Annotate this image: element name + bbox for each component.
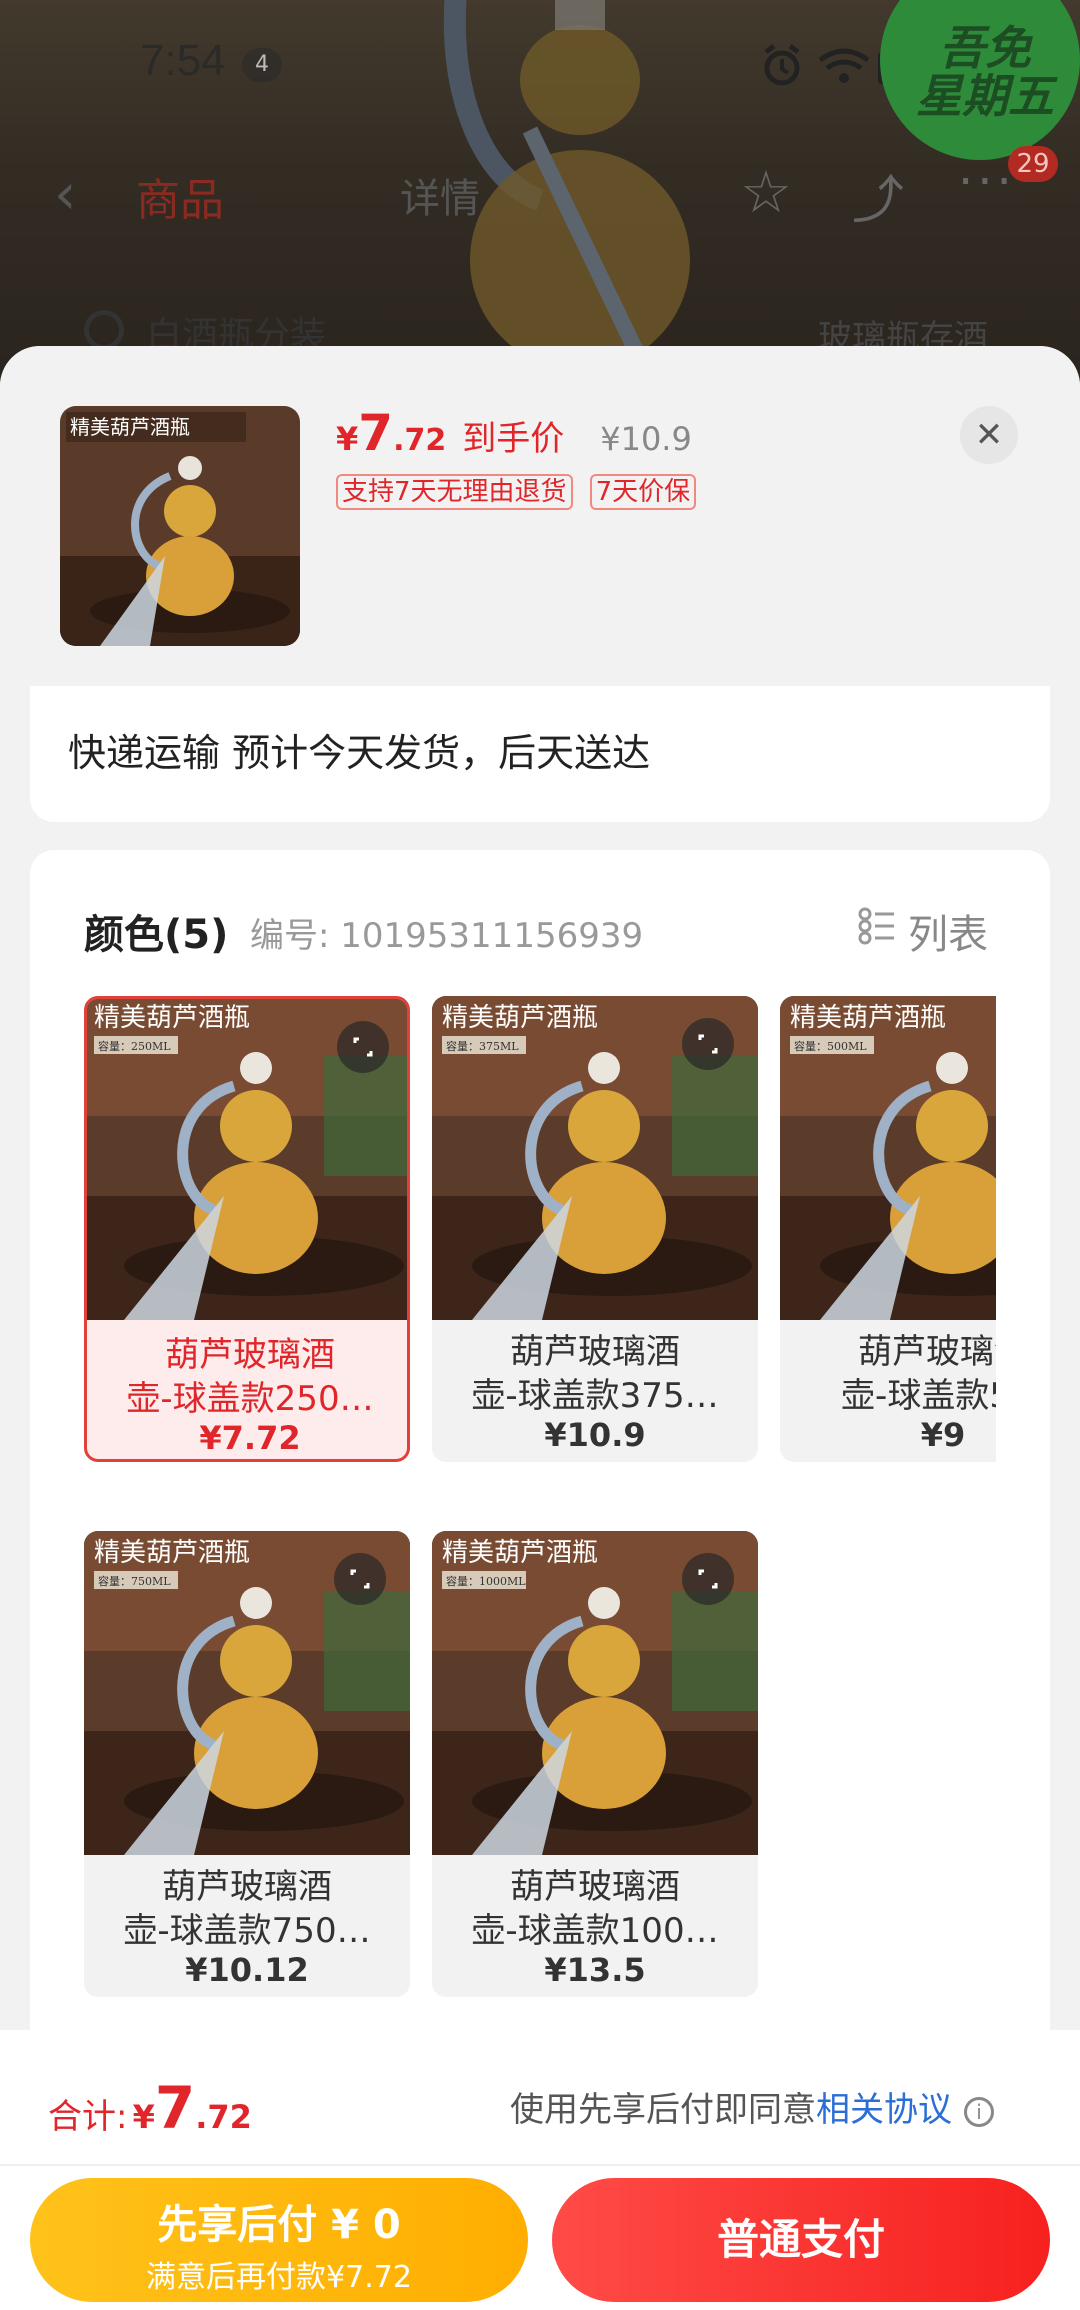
sku-selection-sheet: 精美葫芦酒瓶 ¥7.72 到手价 ¥10.9 支持7天无理由退货 7天价保 ✕ 快递… bbox=[0, 346, 1080, 2310]
expand-icon[interactable] bbox=[334, 1553, 386, 1606]
sku-option-badge: 精美葫芦酒瓶 bbox=[94, 1538, 250, 1568]
expand-icon[interactable] bbox=[337, 1021, 389, 1073]
price-line: ¥7.72 到手价 ¥10.9 bbox=[336, 404, 692, 464]
info-icon[interactable]: i bbox=[964, 2097, 994, 2127]
list-icon bbox=[858, 907, 894, 945]
footer-divider bbox=[0, 2164, 1080, 2166]
sku-option-price: ¥9 bbox=[920, 1416, 966, 1454]
sku-option-badge: 精美葫芦酒瓶 bbox=[442, 1538, 598, 1568]
sku-option[interactable]: 精美葫芦酒瓶容量：750ML 葫芦玻璃酒 壶-球盖款750… ¥10.12 bbox=[84, 1531, 410, 1998]
price-decimal: .72 bbox=[393, 423, 447, 458]
favorite-star-icon[interactable]: ☆ bbox=[740, 158, 792, 226]
sku-option-name-line1: 葫芦玻璃酒 bbox=[510, 1332, 680, 1372]
sku-option-name: 葫芦玻璃酒壶-球盖款5… bbox=[792, 1330, 996, 1418]
spec-code: 编号: 10195311156939 bbox=[250, 916, 644, 956]
list-view-label: 列表 bbox=[908, 912, 988, 958]
sku-option-name-line2: 壶-球盖款250… bbox=[126, 1379, 374, 1419]
checkout-footer: 合计: ¥7.72 使用先享后付即同意相关协议 i 先享后付 ¥ 0 满意后再付款… bbox=[0, 2030, 1080, 2310]
sku-option-capacity: 容量：500ML bbox=[794, 1039, 867, 1053]
sku-option-name-line1: 葫芦玻璃酒 bbox=[510, 1867, 680, 1908]
expand-icon[interactable] bbox=[682, 1018, 734, 1070]
sku-option-name-line1: 葫芦玻璃酒 bbox=[162, 1867, 332, 1908]
back-icon[interactable]: ‹ bbox=[54, 162, 76, 227]
total-price: 合计: ¥7.72 bbox=[48, 2074, 252, 2142]
total-integer: 7 bbox=[154, 2074, 196, 2142]
sku-option-capacity: 容量：375ML bbox=[446, 1039, 519, 1053]
thumbnail-title: 精美葫芦酒瓶 bbox=[70, 415, 190, 439]
sku-option-capacity: 容量：750ML bbox=[98, 1574, 171, 1588]
normal-pay-button[interactable]: 普通支付 bbox=[552, 2178, 1050, 2302]
service-tags: 支持7天无理由退货 7天价保 bbox=[336, 474, 708, 510]
promo-line-2: 星期五 bbox=[916, 69, 1054, 123]
sku-grid: 精美葫芦酒瓶 容量：250ML 葫芦玻璃酒 壶-球盖款250… ¥7.72 精美葫芦酒瓶容… bbox=[84, 996, 996, 2196]
normal-pay-label: 普通支付 bbox=[716, 2215, 885, 2264]
shipping-card: 快递运输 预计今天发货，后天送达 bbox=[30, 686, 1050, 822]
tab-detail[interactable]: 详情 bbox=[400, 166, 480, 224]
sku-option-price: ¥10.12 bbox=[185, 1951, 309, 1990]
status-notification-badge: 4 bbox=[242, 48, 282, 82]
sheet-header: 精美葫芦酒瓶 ¥7.72 到手价 ¥10.9 支持7天无理由退货 7天价保 ✕ bbox=[0, 346, 1080, 686]
sku-option-name: 葫芦玻璃酒 壶-球盖款750… bbox=[96, 1865, 398, 1953]
pay-later-button[interactable]: 先享后付 ¥ 0 满意后再付款¥7.72 bbox=[30, 2178, 528, 2302]
agreement-link[interactable]: 相关协议 bbox=[816, 2090, 952, 2130]
agreement-notice: 使用先享后付即同意相关协议 i bbox=[510, 2082, 994, 2131]
selected-product-thumbnail[interactable]: 精美葫芦酒瓶 bbox=[60, 406, 300, 646]
sku-option-name: 葫芦玻璃酒 壶-球盖款100… bbox=[444, 1865, 746, 1953]
sku-option[interactable]: 精美葫芦酒瓶容量：1000ML 葫芦玻璃酒 壶-球盖款100… ¥13.5 bbox=[432, 1531, 758, 1998]
sku-option[interactable]: 精美葫芦酒瓶容量：250ML 葫芦玻璃酒 壶-球盖款250… ¥7.72 bbox=[84, 996, 410, 1462]
price-currency: ¥ bbox=[336, 420, 359, 458]
sku-option-name-line2: 壶-球盖款750… bbox=[123, 1911, 371, 1952]
agreement-text: 使用先享后付即同意 bbox=[510, 2090, 816, 2130]
spec-title: 颜色(5) bbox=[84, 912, 229, 958]
sku-option-badge: 精美葫芦酒瓶 bbox=[790, 1003, 946, 1033]
tag-price-protection: 7天价保 bbox=[589, 474, 697, 510]
price-integer: 7 bbox=[358, 404, 394, 462]
sku-option[interactable]: 精美葫芦酒瓶容量：500ML 葫芦玻璃酒壶-球盖款5…¥9 bbox=[780, 996, 996, 1462]
total-label: 合计: bbox=[48, 2097, 128, 2137]
sku-option-name-line2: 壶-球盖款5… bbox=[841, 1376, 996, 1416]
sku-option-price: ¥13.5 bbox=[544, 1951, 646, 1990]
tab-product[interactable]: 商品 bbox=[136, 164, 224, 228]
sku-option[interactable]: 精美葫芦酒瓶容量：375ML 葫芦玻璃酒 壶-球盖款375… ¥10.9 bbox=[432, 996, 758, 1462]
sku-option-name-line2: 壶-球盖款100… bbox=[471, 1911, 719, 1952]
top-nav: ‹ 商品 详情 ☆ ⤴ ··· 29 bbox=[0, 146, 1080, 233]
sku-option-name: 葫芦玻璃酒 壶-球盖款375… bbox=[444, 1330, 746, 1418]
expand-icon[interactable] bbox=[682, 1553, 734, 1606]
pay-later-sublabel: 满意后再付款¥7.72 bbox=[146, 2260, 412, 2295]
close-icon: ✕ bbox=[974, 415, 1004, 455]
sku-option-badge: 精美葫芦酒瓶 bbox=[442, 1003, 598, 1033]
promo-sticker-text: 吾免 星期五 bbox=[910, 24, 1060, 120]
sku-option-name: 葫芦玻璃酒 壶-球盖款250… bbox=[99, 1333, 401, 1421]
close-button[interactable]: ✕ bbox=[960, 406, 1018, 464]
message-count-badge: 29 bbox=[1008, 146, 1058, 182]
pay-later-label: 先享后付 ¥ 0 bbox=[157, 2202, 401, 2248]
sku-option-price: ¥10.9 bbox=[544, 1416, 646, 1454]
original-price: ¥10.9 bbox=[600, 420, 692, 458]
status-time: 7:54 bbox=[140, 36, 226, 85]
wifi-icon bbox=[818, 48, 870, 83]
share-icon[interactable]: ⤴ bbox=[852, 158, 904, 233]
sku-option-price: ¥7.72 bbox=[199, 1419, 301, 1457]
sku-option-name-line2: 壶-球盖款375… bbox=[471, 1376, 719, 1416]
alarm-icon bbox=[764, 44, 800, 86]
tag-7-day-return: 支持7天无理由退货 bbox=[336, 474, 573, 510]
promo-line-1: 吾免 bbox=[939, 21, 1031, 75]
shipping-info: 快递运输 预计今天发货，后天送达 bbox=[68, 731, 651, 775]
sku-option-name-line1: 葫芦玻璃酒 bbox=[858, 1332, 996, 1372]
price-label: 到手价 bbox=[462, 419, 565, 459]
total-decimal: .72 bbox=[195, 2098, 252, 2136]
sku-option-image: 精美葫芦酒瓶容量：500ML bbox=[780, 996, 996, 1320]
sku-option-capacity: 容量：250ML bbox=[98, 1039, 171, 1053]
sku-option-badge: 精美葫芦酒瓶 bbox=[94, 1003, 250, 1033]
search-icon bbox=[84, 310, 124, 350]
total-currency: ¥ bbox=[132, 2098, 155, 2136]
sku-option-name-line1: 葫芦玻璃酒 bbox=[165, 1335, 335, 1375]
product-image: 精美葫芦酒瓶 bbox=[60, 406, 300, 646]
sku-option-capacity: 容量：1000ML bbox=[446, 1574, 526, 1588]
